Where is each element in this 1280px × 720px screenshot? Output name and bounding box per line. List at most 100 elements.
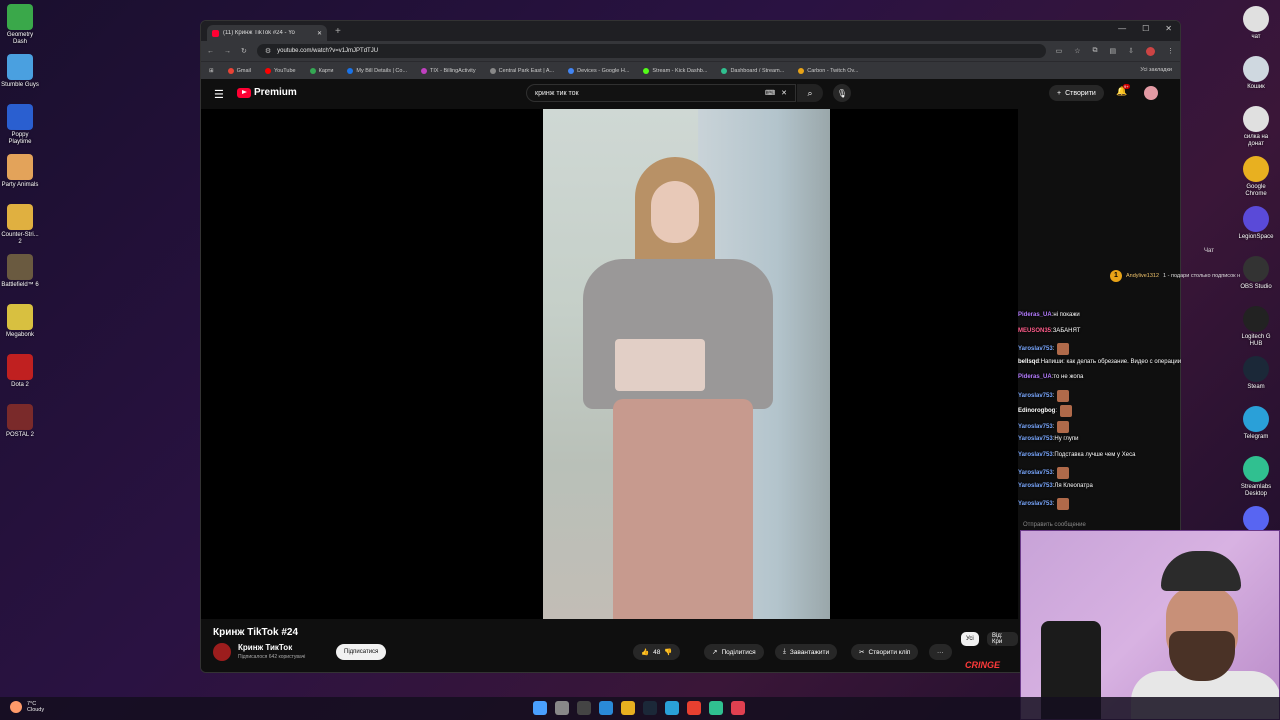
clip-button[interactable]: ✂ Створити кліп bbox=[851, 644, 919, 660]
bookmark-item[interactable]: TIX - BillingActivity bbox=[421, 67, 476, 74]
desktop-icon-counter-stri-2[interactable]: Counter-Stri... 2 bbox=[0, 202, 40, 246]
filter-chip-all[interactable]: Усі bbox=[961, 632, 979, 646]
chat-username[interactable]: Yaroslav753 bbox=[1018, 436, 1053, 442]
close-tab-icon[interactable]: ✕ bbox=[317, 30, 322, 37]
steam-icon[interactable] bbox=[643, 701, 657, 715]
chat-username[interactable]: Yaroslav753 bbox=[1018, 501, 1053, 507]
minimize-icon[interactable]: — bbox=[1118, 24, 1126, 33]
desktop-icon-battlefield-6[interactable]: Battlefield™ 6 bbox=[0, 252, 40, 289]
all-bookmarks-link[interactable]: Усі закладки bbox=[1140, 67, 1172, 73]
desktop-icon-megabonk[interactable]: Megabonk bbox=[0, 302, 40, 339]
channel-name[interactable]: Кринж ТикТок bbox=[238, 643, 292, 652]
desktop-icon-telegram[interactable]: Telegram bbox=[1236, 404, 1276, 441]
chat-username[interactable]: Yaroslav753 bbox=[1018, 483, 1053, 489]
keyboard-icon[interactable]: ⌨ bbox=[765, 89, 775, 97]
close-window-icon[interactable]: ✕ bbox=[1165, 24, 1172, 33]
chat-input[interactable]: Отправить сообщение bbox=[1023, 522, 1086, 528]
weather-widget[interactable]: 7°C Cloudy bbox=[10, 701, 44, 713]
desktop-icon-силка-на-донат[interactable]: силка на донат bbox=[1236, 104, 1276, 148]
chat-username[interactable]: MEUSON35 bbox=[1018, 328, 1051, 334]
bookmark-item[interactable]: Carbon - Twitch Ov... bbox=[798, 67, 858, 74]
bookmark-item[interactable]: Devices - Google H... bbox=[568, 67, 629, 74]
share-button[interactable]: ↗ Поділитися bbox=[704, 644, 764, 660]
chat-username[interactable]: Pideras_UA bbox=[1018, 374, 1052, 380]
bookmark-item[interactable]: Central Park East | A... bbox=[489, 67, 554, 74]
chat-username[interactable]: Yaroslav753 bbox=[1018, 393, 1053, 399]
download-button[interactable]: ⤓ Завантажити bbox=[775, 644, 838, 660]
browser-tab-active[interactable]: (11) Кринж TikTok #24 - Yo ✕ bbox=[207, 25, 327, 41]
desktop-icon-postal-2[interactable]: POSTAL 2 bbox=[0, 402, 40, 439]
url-field[interactable]: ⚙ youtube.com/watch?v=v1JmJPTdTJU bbox=[256, 44, 1046, 58]
create-button[interactable]: + Створити bbox=[1049, 85, 1104, 101]
chat-message: Yaroslav753: bbox=[1018, 343, 1070, 355]
hamburger-menu-icon[interactable]: ☰ bbox=[214, 88, 224, 101]
desktop-icon-geometry-dash[interactable]: Geometry Dash bbox=[0, 2, 40, 46]
desktop-icon-кошик[interactable]: Кошик bbox=[1236, 54, 1276, 91]
desktop-icon-stumble-guys[interactable]: Stumble Guys bbox=[0, 52, 40, 89]
search-icon[interactable] bbox=[555, 701, 569, 715]
profile-avatar[interactable] bbox=[1146, 46, 1155, 56]
chat-username[interactable]: Yaroslav753 bbox=[1018, 452, 1053, 458]
clear-search-icon[interactable]: ✕ bbox=[781, 89, 787, 97]
bookmark-label: My Bill Details | Co... bbox=[356, 67, 408, 74]
start-icon[interactable] bbox=[533, 701, 547, 715]
search-query: кринж тик ток bbox=[535, 89, 579, 97]
bookmark-item[interactable]: Карти bbox=[309, 67, 333, 74]
chat-username[interactable]: bellsqd bbox=[1018, 359, 1039, 365]
bookmark-item[interactable]: Gmail bbox=[227, 67, 251, 74]
site-info-icon[interactable]: ⚙ bbox=[265, 47, 271, 55]
reload-icon[interactable]: ↻ bbox=[241, 47, 247, 55]
bookmark-favicon-icon bbox=[421, 67, 428, 74]
chat-username[interactable]: Edinorogbog bbox=[1018, 408, 1055, 414]
explorer-icon[interactable] bbox=[621, 701, 635, 715]
desktop-icon-streamlabs-desktop[interactable]: Streamlabs Desktop bbox=[1236, 454, 1276, 498]
chat-username[interactable]: Yaroslav753 bbox=[1018, 424, 1053, 430]
chat-username[interactable]: Yaroslav753 bbox=[1018, 346, 1053, 352]
streamlabs-icon[interactable] bbox=[709, 701, 723, 715]
telegram-icon[interactable] bbox=[665, 701, 679, 715]
obs-icon[interactable] bbox=[577, 701, 591, 715]
bookmark-item[interactable]: My Bill Details | Co... bbox=[347, 67, 408, 74]
desktop-icon-obs-studio[interactable]: OBS Studio bbox=[1236, 254, 1276, 291]
search-button[interactable]: ⌕ bbox=[797, 84, 823, 102]
filter-chip-from[interactable]: Від: Кри bbox=[987, 632, 1018, 646]
like-button[interactable]: 👍 48 👎 bbox=[633, 644, 681, 660]
youtube-logo[interactable]: Premium bbox=[237, 87, 297, 98]
desktop-icon-google-chrome[interactable]: Google Chrome bbox=[1236, 154, 1276, 198]
chat-username[interactable]: Pideras_UA bbox=[1018, 312, 1052, 318]
menu-icon[interactable]: ⋮ bbox=[1167, 47, 1174, 56]
desktop-icon-dota-2[interactable]: Dota 2 bbox=[0, 352, 40, 389]
voice-search-button[interactable]: 🎙 bbox=[833, 84, 851, 102]
desktop-icon-party-animals[interactable]: Party Animals bbox=[0, 152, 40, 189]
chat-username[interactable]: Yaroslav753 bbox=[1018, 470, 1053, 476]
desktop-icon-legionspace[interactable]: LegionSpace bbox=[1236, 204, 1276, 241]
more-actions-button[interactable]: ··· bbox=[929, 644, 952, 660]
desktop-icon-чат[interactable]: чат bbox=[1236, 4, 1276, 41]
back-icon[interactable]: ← bbox=[207, 48, 214, 55]
apps-icon[interactable]: ⊞ bbox=[209, 68, 214, 74]
maximize-icon[interactable]: ☐ bbox=[1142, 24, 1149, 33]
app-icon[interactable] bbox=[731, 701, 745, 715]
bookmark-item[interactable]: YouTube bbox=[264, 67, 296, 74]
sidepanel-icon[interactable]: ▤ bbox=[1110, 47, 1117, 56]
new-tab-button[interactable]: + bbox=[335, 26, 341, 37]
youtube-avatar[interactable] bbox=[1144, 86, 1158, 100]
search-input[interactable]: кринж тик ток ⌨ ✕ bbox=[526, 84, 796, 102]
cast-icon[interactable]: ▭ bbox=[1056, 47, 1063, 56]
desktop-icon-steam[interactable]: Steam bbox=[1236, 354, 1276, 391]
extensions-icon[interactable]: ⧉ bbox=[1093, 47, 1098, 56]
edge-icon[interactable] bbox=[599, 701, 613, 715]
bookmark-item[interactable]: Stream - Kick Dashb... bbox=[643, 67, 707, 74]
desktop-icon-logitech-g-hub[interactable]: Logitech G HUB bbox=[1236, 304, 1276, 348]
subscribe-button[interactable]: Підписатися bbox=[336, 644, 387, 660]
chat-separator: : bbox=[1052, 423, 1055, 430]
channel-avatar[interactable] bbox=[213, 643, 231, 661]
bookmark-star-icon[interactable]: ☆ bbox=[1074, 47, 1080, 56]
desktop-icon-poppy-playtime[interactable]: Poppy Playtime bbox=[0, 102, 40, 146]
bookmark-item[interactable]: Dashboard / Stream... bbox=[721, 67, 784, 74]
thumbs-down-icon[interactable]: 👎 bbox=[664, 648, 672, 656]
chrome-icon[interactable] bbox=[687, 701, 701, 715]
video-player[interactable] bbox=[201, 109, 1018, 619]
forward-icon[interactable]: → bbox=[224, 48, 231, 55]
downloads-icon[interactable]: ⇩ bbox=[1128, 47, 1134, 56]
